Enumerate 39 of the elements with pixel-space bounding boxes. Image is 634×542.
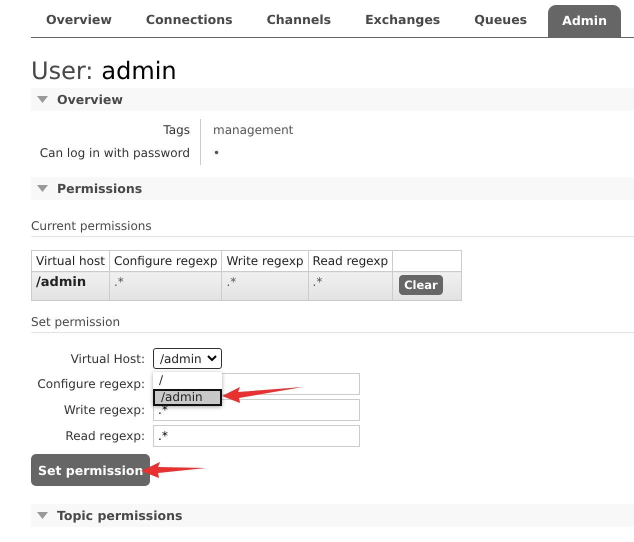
section-title: Overview [57,92,123,107]
column-header: Write regexp [222,250,308,272]
subsection-title: Current permissions [31,219,634,237]
virtual-host-select[interactable]: /admin [153,348,222,369]
section-title: Topic permissions [57,508,182,523]
nav-tab[interactable]: Channels [254,7,344,37]
nav-tab[interactable]: Overview [33,7,125,37]
chevron-down-icon [207,355,217,362]
field-label: Read regexp: [64,429,145,443]
user-name: admin [101,56,177,86]
property-label: Tags [31,119,201,142]
column-header: Virtual host [32,250,110,272]
field-label: Write regexp: [62,403,145,417]
dropdown-option[interactable]: /admin [153,389,222,406]
nav-tab[interactable]: Queues [461,7,540,37]
annotation-arrow [141,462,206,478]
nav-tab[interactable]: Connections [132,7,246,37]
clear-button[interactable]: Clear [399,275,443,295]
title-label: User: [31,56,94,86]
table-cell: /admin [32,272,110,300]
field-label: Configure regexp: [36,377,145,391]
set-permission-button[interactable]: Set permission [31,454,150,486]
section-header[interactable]: Overview [31,88,634,111]
dropdown-option[interactable]: / [153,372,222,389]
section-header[interactable]: Permissions [31,177,634,200]
property-label: Can log in with password [31,142,201,165]
nav-tab[interactable]: Exchanges [352,7,454,37]
section-header[interactable]: Topic permissions [31,504,634,527]
table-cell: .* [308,272,393,300]
field-label: Virtual Host: [70,352,145,366]
nav-tab[interactable]: Admin [548,5,621,37]
table-cell: .* [222,272,308,300]
property-value: • [212,145,222,162]
table-cell: .* [109,272,222,300]
property-value: management [212,122,294,139]
regexp-field[interactable]: .* [153,425,360,447]
subsection-title: Set permission [31,315,634,333]
column-header: Configure regexp [109,250,222,272]
section-title: Permissions [57,181,142,196]
